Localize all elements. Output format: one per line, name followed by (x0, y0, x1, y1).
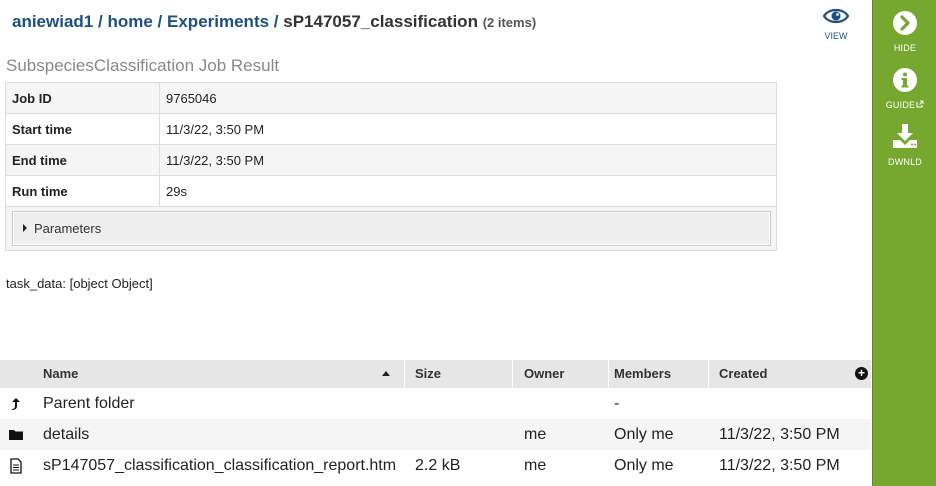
item-count: (2 items) (482, 15, 537, 30)
add-column-icon[interactable]: + (855, 367, 868, 380)
row-members: Only me (614, 457, 674, 474)
row-created: 11/3/22, 3:50 PM (719, 426, 840, 443)
hide-label: HIDE (893, 43, 917, 53)
table-row: Start time 11/3/22, 3:50 PM (5, 113, 777, 145)
column-header-created[interactable]: Created (719, 360, 767, 388)
download-icon (893, 124, 917, 148)
job-id-value: 9765046 (159, 82, 777, 114)
run-time-value: 29s (159, 175, 777, 207)
job-info-table: Job ID 9765046 Start time 11/3/22, 3:50 … (5, 82, 777, 207)
task-data-text: task_data: [object Object] (6, 276, 153, 291)
row-owner: me (524, 426, 547, 443)
breadcrumb-user[interactable]: aniewiad1 (12, 12, 93, 31)
row-name[interactable]: details (43, 419, 403, 450)
view-button[interactable]: VIEW (818, 6, 854, 41)
caret-right-icon (23, 224, 27, 232)
grid-header: Name Size Owner Members Created + (0, 360, 871, 388)
row-name[interactable]: sP147057_classification_classification_r… (43, 450, 405, 481)
row-owner: me (524, 457, 547, 474)
breadcrumb: aniewiad1 / home / Experiments / sP14705… (12, 12, 536, 32)
table-row: End time 11/3/22, 3:50 PM (5, 144, 777, 176)
folder-icon (9, 430, 23, 440)
start-time-value: 11/3/22, 3:50 PM (159, 113, 777, 145)
job-result-title: SubspeciesClassification Job Result (6, 56, 280, 75)
external-link-icon (916, 100, 924, 108)
download-label: DWNLD (888, 157, 922, 167)
hide-button[interactable]: HIDE (873, 10, 936, 53)
breadcrumb-experiments[interactable]: Experiments (167, 12, 269, 31)
sort-ascending-icon[interactable] (382, 371, 390, 376)
job-id-label: Job ID (5, 82, 160, 114)
guide-button[interactable]: GUIDE (873, 67, 936, 110)
parameters-container: Parameters (5, 206, 777, 251)
table-row: Run time 29s (5, 175, 777, 207)
column-header-members[interactable]: Members (614, 360, 671, 388)
column-header-owner[interactable]: Owner (524, 360, 564, 388)
row-members: Only me (614, 426, 674, 443)
main-panel: aniewiad1 / home / Experiments / sP14705… (0, 0, 871, 486)
column-header-size[interactable]: Size (415, 360, 441, 388)
row-size: 2.2 kB (415, 457, 461, 474)
breadcrumb-current: sP147057_classification (283, 12, 478, 31)
download-button[interactable]: DWNLD (873, 122, 936, 167)
column-header-name[interactable]: Name (43, 360, 78, 388)
start-time-label: Start time (5, 113, 160, 145)
grid-row-parent-folder[interactable]: Parent folder - (0, 388, 871, 419)
row-name[interactable]: Parent folder (43, 388, 403, 419)
run-time-label: Run time (5, 175, 160, 207)
row-created: 11/3/22, 3:50 PM (719, 457, 840, 474)
table-row: Job ID 9765046 (5, 82, 777, 114)
arrow-up-icon (12, 398, 20, 410)
parameters-label: Parameters (34, 221, 102, 236)
eye-icon (822, 8, 850, 24)
row-members: - (614, 395, 620, 412)
breadcrumb-separator: / (157, 12, 163, 31)
file-icon (10, 458, 22, 474)
view-label: VIEW (824, 31, 848, 41)
grid-row-details[interactable]: details me Only me 11/3/22, 3:50 PM (0, 419, 871, 450)
breadcrumb-home[interactable]: home (107, 12, 152, 31)
info-icon (893, 68, 917, 92)
chevron-right-circle-icon (893, 11, 917, 35)
breadcrumb-separator: / (98, 12, 103, 31)
guide-label: GUIDE (873, 100, 936, 110)
parameters-toggle[interactable]: Parameters (12, 211, 771, 246)
action-sidebar: HIDE GUIDE DWNLD (872, 0, 936, 486)
file-grid: Name Size Owner Members Created + Parent… (0, 360, 871, 481)
grid-row-report[interactable]: sP147057_classification_classification_r… (0, 450, 871, 481)
end-time-label: End time (5, 144, 160, 176)
end-time-value: 11/3/22, 3:50 PM (159, 144, 777, 176)
breadcrumb-separator: / (273, 12, 279, 31)
